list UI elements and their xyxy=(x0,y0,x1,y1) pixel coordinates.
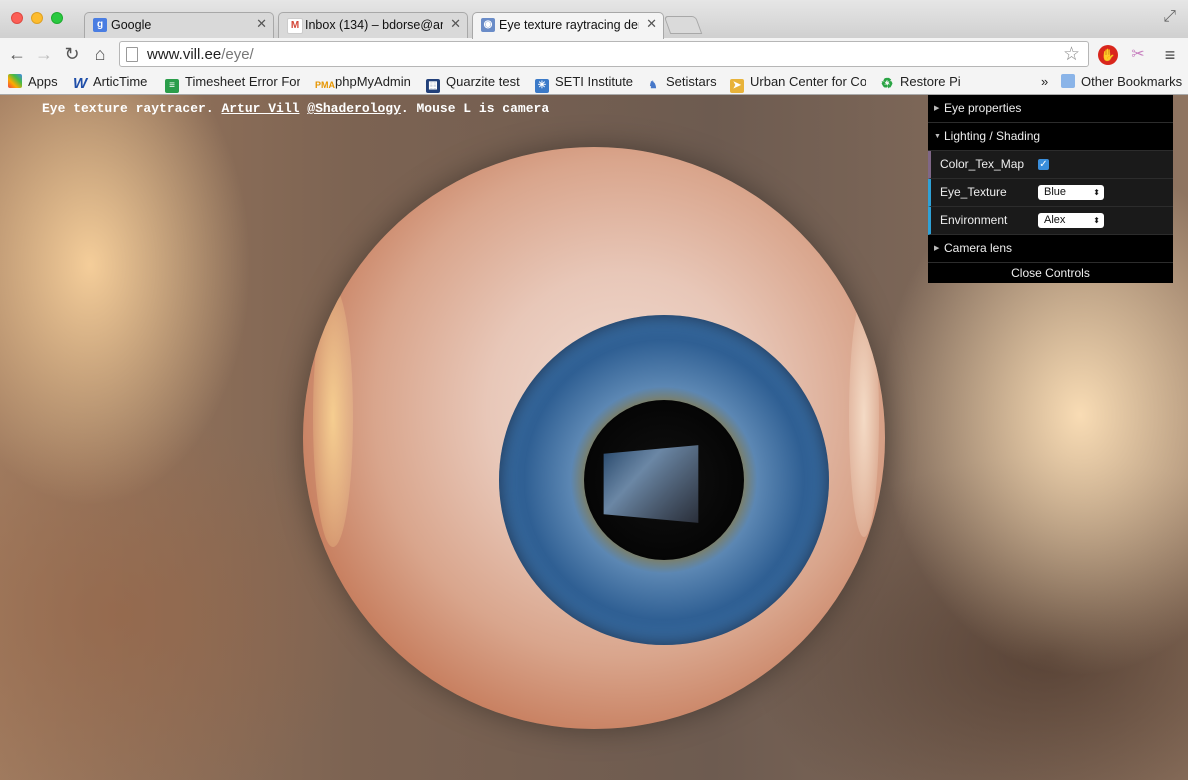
caption-suffix: . Mouse L is camera xyxy=(400,101,550,116)
window-close-button[interactable] xyxy=(11,12,23,24)
adblock-stop-icon[interactable]: ✋ xyxy=(1098,45,1118,65)
sheets-icon: ≡ xyxy=(165,79,179,93)
url-host: www.vill.ee xyxy=(147,46,222,63)
url-text[interactable]: www.vill.ee/eye/ xyxy=(147,46,254,63)
eye-texture-row: Eye_Texture Blue ⬍ xyxy=(928,179,1173,207)
w-logo-icon: W xyxy=(73,75,88,92)
folder-label: Lighting / Shading xyxy=(944,129,1041,143)
bookmark-label: ArticTime xyxy=(93,74,148,89)
close-icon[interactable]: ✕ xyxy=(450,16,461,32)
title-bar: g Google ✕ M Inbox (134) – bdorse@artic … xyxy=(0,0,1188,39)
seti-icon: ✳ xyxy=(535,79,549,93)
folder-label: Eye properties xyxy=(944,101,1022,115)
close-controls-button[interactable]: Close Controls xyxy=(928,263,1173,283)
bookmark-label: Restore Pi xyxy=(900,74,961,89)
tab-eye-texture[interactable]: ◉ Eye texture raytracing dem ✕ xyxy=(472,12,664,39)
control-label: Eye_Texture xyxy=(940,185,1007,199)
control-label: Environment xyxy=(940,213,1008,227)
control-label: Color_Tex_Map xyxy=(940,157,1025,171)
caption-text: Eye texture raytracer. xyxy=(42,101,222,116)
star-figure-icon: ♞ xyxy=(648,80,658,91)
collapsed-triangle-icon: ▶ xyxy=(934,245,940,252)
eye-texture-select[interactable]: Blue ⬍ xyxy=(1038,185,1104,200)
tab-title: Inbox (134) – bdorse@artic xyxy=(305,18,443,32)
controls-panel: ▶ Eye properties ▼ Lighting / Shading Colo… xyxy=(928,95,1173,283)
bookmark-urban-center[interactable]: ➤ Urban Center for Com xyxy=(730,74,866,93)
close-icon[interactable]: ✕ xyxy=(646,16,657,32)
pma-icon: PMA xyxy=(315,80,335,90)
forward-arrow-icon[interactable]: → xyxy=(33,43,55,65)
google-g-icon: g xyxy=(93,18,107,32)
folder-label: Camera lens xyxy=(944,241,1013,255)
environment-select[interactable]: Alex ⬍ xyxy=(1038,213,1104,228)
close-icon[interactable]: ✕ xyxy=(256,16,267,32)
home-icon[interactable]: ⌂ xyxy=(89,43,111,65)
apps-grid-icon xyxy=(8,74,22,88)
tab-google[interactable]: g Google ✕ xyxy=(84,12,274,38)
bookmark-phpmyadmin[interactable]: PMAphpMyAdmin xyxy=(315,74,411,92)
extension-icon[interactable]: ✂ xyxy=(1128,45,1148,65)
handle-link[interactable]: @Shaderology xyxy=(307,101,401,116)
reload-icon[interactable]: ↻ xyxy=(61,43,83,65)
page-icon xyxy=(126,47,138,62)
webgl-canvas[interactable]: Eye texture raytracer. Artur Vill @Shade… xyxy=(0,95,1188,780)
bookmark-restore-pi[interactable]: ♻ Restore Pi xyxy=(880,74,961,90)
bookmark-timesheet[interactable]: ≡ Timesheet Error Form xyxy=(165,74,300,93)
tab-inbox[interactable]: M Inbox (134) – bdorse@artic ✕ xyxy=(278,12,468,38)
bookmark-label: Urban Center for Com xyxy=(750,74,866,89)
bookmarks-bar: Apps W ArticTime ≡ Timesheet Error Form PM… xyxy=(0,70,1188,95)
author-link[interactable]: Artur Vill xyxy=(221,101,299,116)
folder-lighting-shading[interactable]: ▼ Lighting / Shading xyxy=(928,123,1173,151)
rendered-eyeball xyxy=(303,147,885,729)
select-value: Alex xyxy=(1044,214,1066,226)
bookmark-label: Apps xyxy=(28,74,58,89)
bookmark-label: Other Bookmarks xyxy=(1081,74,1183,89)
folder-eye-properties[interactable]: ▶ Eye properties xyxy=(928,95,1173,123)
bookmark-apps[interactable]: Apps xyxy=(8,74,58,89)
bookmark-quarzite[interactable]: ▦ Quarzite test xyxy=(426,74,520,93)
page-eye-icon: ◉ xyxy=(481,18,495,32)
recycle-icon: ♻ xyxy=(880,75,894,91)
collapsed-triangle-icon: ▶ xyxy=(934,105,940,112)
window-zoom-button[interactable] xyxy=(51,12,63,24)
color-tex-map-checkbox[interactable]: ✓ xyxy=(1038,159,1049,170)
select-arrows-icon: ⬍ xyxy=(1093,188,1100,197)
pupil xyxy=(584,400,744,560)
folder-icon xyxy=(1061,74,1075,88)
other-bookmarks-folder[interactable]: Other Bookmarks xyxy=(1061,74,1182,89)
window-minimize-button[interactable] xyxy=(31,12,43,24)
bookmark-artictime[interactable]: W ArticTime xyxy=(73,74,147,91)
iris xyxy=(499,315,829,645)
bookmark-star-icon[interactable]: ☆ xyxy=(1063,43,1080,66)
bookmark-label: Quarzite test xyxy=(446,74,520,89)
bookmark-label: Timesheet Error Form xyxy=(185,74,300,89)
bookmark-label: Setistars xyxy=(666,74,717,89)
fullscreen-icon[interactable]: ⤢ xyxy=(1163,8,1176,26)
back-arrow-icon[interactable]: ← xyxy=(6,43,28,65)
left-highlight xyxy=(313,287,353,547)
url-path: /eye/ xyxy=(221,46,254,63)
bookmark-setistars[interactable]: ♞ Setistars xyxy=(646,74,717,93)
expanded-triangle-icon: ▼ xyxy=(934,133,941,140)
page-caption: Eye texture raytracer. Artur Vill @Shade… xyxy=(42,101,549,116)
menu-icon[interactable]: ≡ xyxy=(1160,45,1180,65)
color-tex-map-row: Color_Tex_Map ✓ xyxy=(928,151,1173,179)
grid-icon: ▦ xyxy=(426,79,440,93)
bookmark-seti[interactable]: ✳ SETI Institute xyxy=(535,74,633,93)
folder-camera-lens[interactable]: ▶ Camera lens xyxy=(928,235,1173,263)
gmail-icon: M xyxy=(287,18,303,34)
bookmarks-overflow-chevron[interactable]: » xyxy=(1041,74,1048,89)
select-value: Blue xyxy=(1044,186,1067,198)
address-bar[interactable]: www.vill.ee/eye/ ☆ xyxy=(119,41,1089,67)
urban-icon: ➤ xyxy=(730,79,744,93)
select-arrows-icon: ⬍ xyxy=(1093,216,1100,225)
bookmark-label: phpMyAdmin xyxy=(335,74,411,89)
new-tab-button[interactable] xyxy=(663,16,703,34)
environment-row: Environment Alex ⬍ xyxy=(928,207,1173,235)
right-highlight xyxy=(849,297,879,537)
tab-title: Eye texture raytracing dem xyxy=(499,18,639,32)
tab-title: Google xyxy=(111,18,152,32)
bookmark-label: SETI Institute xyxy=(555,74,634,89)
pupil-reflection xyxy=(603,445,699,523)
